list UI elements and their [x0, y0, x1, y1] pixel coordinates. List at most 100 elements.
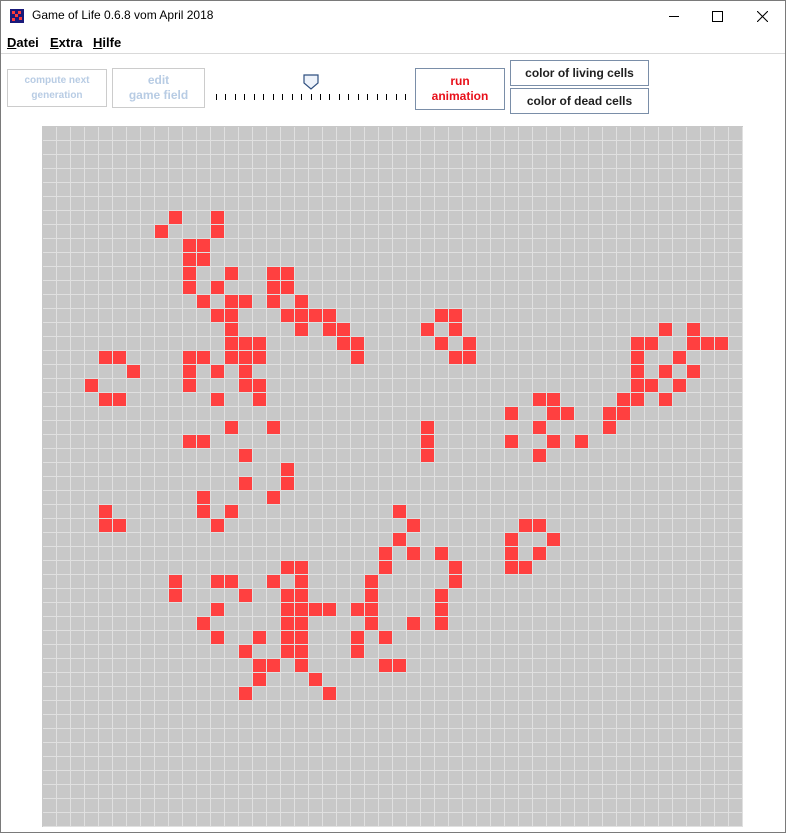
dead-cell[interactable]	[589, 127, 602, 140]
dead-cell[interactable]	[295, 197, 308, 210]
dead-cell[interactable]	[701, 407, 714, 420]
dead-cell[interactable]	[407, 295, 420, 308]
dead-cell[interactable]	[155, 281, 168, 294]
dead-cell[interactable]	[449, 197, 462, 210]
dead-cell[interactable]	[631, 295, 644, 308]
dead-cell[interactable]	[659, 575, 672, 588]
dead-cell[interactable]	[435, 631, 448, 644]
dead-cell[interactable]	[267, 757, 280, 770]
dead-cell[interactable]	[85, 337, 98, 350]
dead-cell[interactable]	[57, 141, 70, 154]
dead-cell[interactable]	[253, 477, 266, 490]
dead-cell[interactable]	[393, 407, 406, 420]
dead-cell[interactable]	[463, 729, 476, 742]
dead-cell[interactable]	[701, 211, 714, 224]
dead-cell[interactable]	[183, 337, 196, 350]
dead-cell[interactable]	[365, 183, 378, 196]
dead-cell[interactable]	[449, 295, 462, 308]
dead-cell[interactable]	[617, 729, 630, 742]
dead-cell[interactable]	[99, 659, 112, 672]
dead-cell[interactable]	[393, 771, 406, 784]
dead-cell[interactable]	[155, 589, 168, 602]
dead-cell[interactable]	[533, 729, 546, 742]
dead-cell[interactable]	[127, 631, 140, 644]
dead-cell[interactable]	[169, 309, 182, 322]
dead-cell[interactable]	[85, 281, 98, 294]
living-cell[interactable]	[239, 295, 252, 308]
dead-cell[interactable]	[323, 351, 336, 364]
dead-cell[interactable]	[659, 449, 672, 462]
dead-cell[interactable]	[43, 477, 56, 490]
dead-cell[interactable]	[533, 239, 546, 252]
dead-cell[interactable]	[589, 743, 602, 756]
dead-cell[interactable]	[547, 813, 560, 826]
dead-cell[interactable]	[323, 127, 336, 140]
dead-cell[interactable]	[547, 365, 560, 378]
dead-cell[interactable]	[701, 323, 714, 336]
dead-cell[interactable]	[407, 463, 420, 476]
dead-cell[interactable]	[197, 169, 210, 182]
dead-cell[interactable]	[505, 225, 518, 238]
dead-cell[interactable]	[547, 211, 560, 224]
dead-cell[interactable]	[225, 589, 238, 602]
dead-cell[interactable]	[211, 169, 224, 182]
dead-cell[interactable]	[155, 253, 168, 266]
minimize-button[interactable]	[651, 1, 696, 31]
dead-cell[interactable]	[715, 379, 728, 392]
dead-cell[interactable]	[379, 505, 392, 518]
dead-cell[interactable]	[631, 407, 644, 420]
dead-cell[interactable]	[57, 183, 70, 196]
dead-cell[interactable]	[127, 281, 140, 294]
dead-cell[interactable]	[71, 295, 84, 308]
dead-cell[interactable]	[729, 645, 742, 658]
dead-cell[interactable]	[85, 253, 98, 266]
dead-cell[interactable]	[169, 813, 182, 826]
dead-cell[interactable]	[71, 505, 84, 518]
living-cell[interactable]	[519, 519, 532, 532]
dead-cell[interactable]	[393, 561, 406, 574]
dead-cell[interactable]	[337, 505, 350, 518]
dead-cell[interactable]	[267, 533, 280, 546]
dead-cell[interactable]	[505, 449, 518, 462]
dead-cell[interactable]	[533, 799, 546, 812]
living-cell[interactable]	[435, 309, 448, 322]
dead-cell[interactable]	[715, 421, 728, 434]
dead-cell[interactable]	[463, 183, 476, 196]
dead-cell[interactable]	[589, 701, 602, 714]
dead-cell[interactable]	[701, 309, 714, 322]
dead-cell[interactable]	[505, 603, 518, 616]
living-cell[interactable]	[351, 631, 364, 644]
dead-cell[interactable]	[43, 771, 56, 784]
dead-cell[interactable]	[197, 547, 210, 560]
dead-cell[interactable]	[617, 533, 630, 546]
dead-cell[interactable]	[295, 169, 308, 182]
dead-cell[interactable]	[505, 365, 518, 378]
dead-cell[interactable]	[477, 617, 490, 630]
dead-cell[interactable]	[197, 575, 210, 588]
dead-cell[interactable]	[295, 267, 308, 280]
speed-slider[interactable]	[216, 94, 406, 102]
living-cell[interactable]	[211, 309, 224, 322]
dead-cell[interactable]	[407, 239, 420, 252]
dead-cell[interactable]	[267, 715, 280, 728]
dead-cell[interactable]	[715, 309, 728, 322]
dead-cell[interactable]	[225, 645, 238, 658]
dead-cell[interactable]	[197, 813, 210, 826]
dead-cell[interactable]	[435, 491, 448, 504]
dead-cell[interactable]	[673, 169, 686, 182]
dead-cell[interactable]	[533, 337, 546, 350]
dead-cell[interactable]	[323, 757, 336, 770]
living-cell[interactable]	[449, 575, 462, 588]
dead-cell[interactable]	[57, 589, 70, 602]
dead-cell[interactable]	[351, 239, 364, 252]
dead-cell[interactable]	[729, 365, 742, 378]
dead-cell[interactable]	[393, 715, 406, 728]
dead-cell[interactable]	[267, 463, 280, 476]
dead-cell[interactable]	[169, 547, 182, 560]
dead-cell[interactable]	[141, 169, 154, 182]
living-cell[interactable]	[253, 673, 266, 686]
dead-cell[interactable]	[729, 561, 742, 574]
dead-cell[interactable]	[113, 337, 126, 350]
dead-cell[interactable]	[519, 659, 532, 672]
dead-cell[interactable]	[519, 631, 532, 644]
